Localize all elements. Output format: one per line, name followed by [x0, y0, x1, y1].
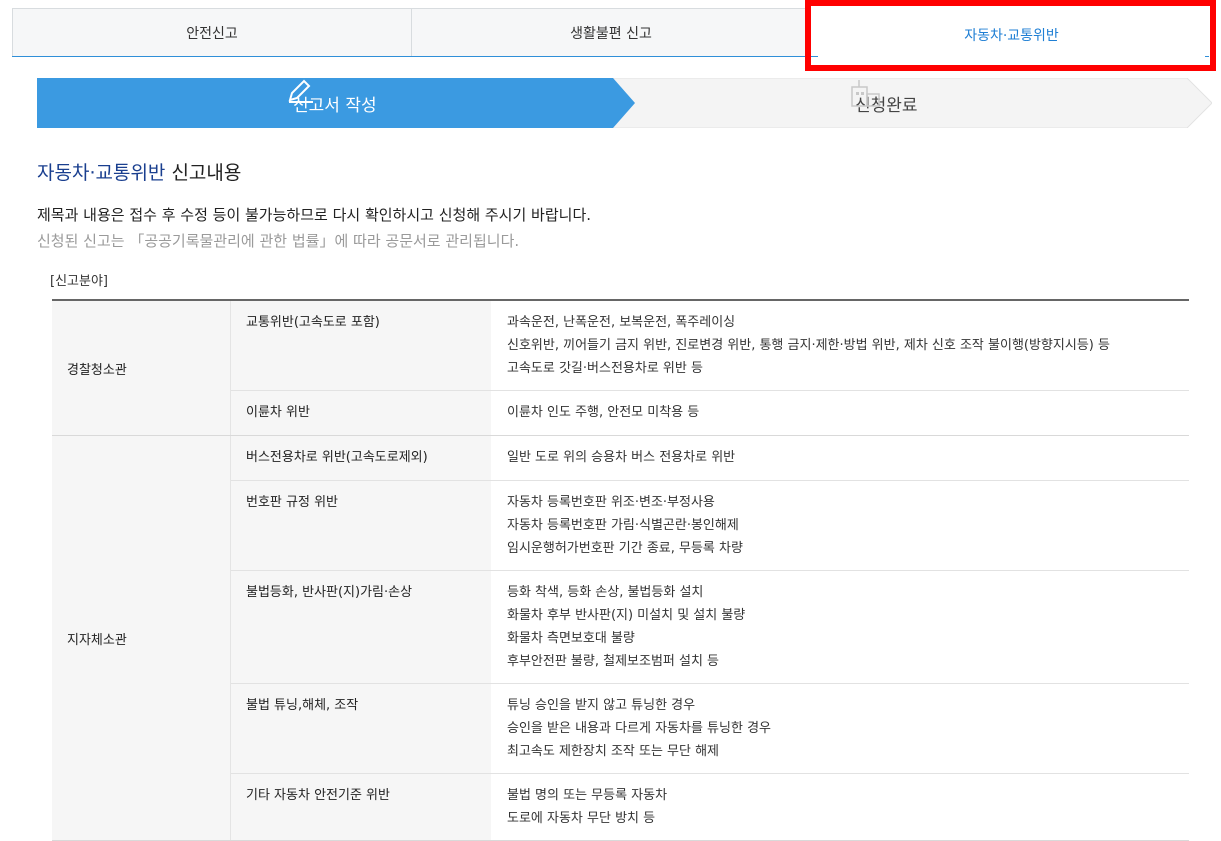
group-name: 지자체소관: [52, 436, 231, 840]
tab-living-inconvenience[interactable]: 생활불편 신고: [412, 8, 811, 56]
row-desc: 이륜차 인도 주행, 안전모 미착용 등: [491, 391, 1189, 435]
group-police: 경찰청소관 교통위반(고속도로 포함) 과속운전, 난폭운전, 보복운전, 폭주…: [52, 301, 1189, 436]
row-desc: 자동차 등록번호판 위조·변조·부정사용 자동차 등록번호판 가림·식별곤란·봉…: [491, 481, 1189, 570]
desc-line: 도로에 자동차 무단 방치 등: [507, 811, 656, 826]
step-write-report: 신고서 작성: [287, 78, 377, 128]
desc-line: 불법 명의 또는 무등록 자동차: [507, 788, 668, 803]
desc-line: 화물차 후부 반사판(지) 미설치 및 설치 불량: [507, 608, 746, 623]
desc-line: 승인을 받은 내용과 다르게 자동차를 튜닝한 경우: [507, 721, 771, 736]
table-row: 기타 자동차 안전기준 위반 불법 명의 또는 무등록 자동차 도로에 자동차 …: [231, 774, 1189, 840]
row-desc: 등화 착색, 등화 손상, 불법등화 설치 화물차 후부 반사판(지) 미설치 …: [491, 571, 1189, 683]
desc-line: 최고속도 제한장치 조작 또는 무단 해제: [507, 744, 720, 759]
table-row: 불법 튜닝,해체, 조작 튜닝 승인을 받지 않고 튜닝한 경우 승인을 받은 …: [231, 684, 1189, 774]
desc-line: 후부안전판 불량, 철제보조범퍼 설치 등: [507, 654, 720, 669]
row-desc: 튜닝 승인을 받지 않고 튜닝한 경우 승인을 받은 내용과 다르게 자동차를 …: [491, 684, 1189, 773]
row-desc: 과속운전, 난폭운전, 보복운전, 폭주레이싱 신호위반, 끼어들기 금지 위반…: [491, 301, 1189, 390]
row-name: 불법 튜닝,해체, 조작: [231, 684, 491, 773]
desc-line: 고속도로 갓길·버스전용차로 위반 등: [507, 361, 703, 376]
step-complete: 신청완료: [849, 78, 918, 128]
notice-line-2: 신청된 신고는 「공공기록물관리에 관한 법률」에 따라 공문서로 관리됩니다.: [37, 232, 520, 250]
row-name: 버스전용차로 위반(고속도로제외): [231, 436, 491, 480]
field-label: [신고분야]: [50, 274, 108, 289]
table-row: 교통위반(고속도로 포함) 과속운전, 난폭운전, 보복운전, 폭주레이싱 신호…: [231, 301, 1189, 391]
desc-line: 자동차 등록번호판 가림·식별곤란·봉인해제: [507, 518, 739, 533]
row-desc: 일반 도로 위의 승용차 버스 전용차로 위반: [491, 436, 1189, 480]
steps-background: [37, 78, 1212, 128]
desc-line: 자동차 등록번호판 위조·변조·부정사용: [507, 495, 715, 510]
report-category-table: 경찰청소관 교통위반(고속도로 포함) 과속운전, 난폭운전, 보복운전, 폭주…: [52, 299, 1189, 841]
row-name: 이륜차 위반: [231, 391, 491, 435]
notice-line-1: 제목과 내용은 접수 후 수정 등이 불가능하므로 다시 확인하시고 신청해 주…: [37, 206, 592, 224]
table-row: 불법등화, 반사판(지)가림·손상 등화 착색, 등화 손상, 불법등화 설치 …: [231, 571, 1189, 684]
tab-safety-report[interactable]: 안전신고: [12, 8, 412, 56]
table-row: 번호판 규정 위반 자동차 등록번호판 위조·변조·부정사용 자동차 등록번호판…: [231, 481, 1189, 571]
desc-line: 신호위반, 끼어들기 금지 위반, 진로변경 위반, 통행 금지·제한·방법 위…: [507, 338, 1110, 353]
desc-line: 일반 도로 위의 승용차 버스 전용차로 위반: [507, 450, 736, 465]
desc-line: 화물차 측면보호대 불량: [507, 631, 635, 646]
progress-steps: 신고서 작성 신청완료: [37, 78, 1212, 128]
desc-line: 임시운행허가번호판 기간 종료, 무등록 차량: [507, 541, 743, 556]
section-title: 자동차·교통위반 신고내용: [37, 158, 241, 185]
section-title-rest: 신고내용: [165, 162, 242, 184]
desc-line: 이륜차 인도 주행, 안전모 미착용 등: [507, 405, 700, 420]
table-row: 버스전용차로 위반(고속도로제외) 일반 도로 위의 승용차 버스 전용차로 위…: [231, 436, 1189, 481]
row-name: 번호판 규정 위반: [231, 481, 491, 570]
tab-vehicle-traffic-label[interactable]: 자동차·교통위반: [818, 12, 1205, 58]
row-name: 기타 자동차 안전기준 위반: [231, 774, 491, 840]
desc-line: 등화 착색, 등화 손상, 불법등화 설치: [507, 585, 704, 600]
desc-line: 튜닝 승인을 받지 않고 튜닝한 경우: [507, 698, 696, 713]
table-row: 이륜차 위반 이륜차 인도 주행, 안전모 미착용 등: [231, 391, 1189, 435]
row-name: 불법등화, 반사판(지)가림·손상: [231, 571, 491, 683]
group-name: 경찰청소관: [52, 301, 231, 435]
desc-line: 과속운전, 난폭운전, 보복운전, 폭주레이싱: [507, 315, 736, 330]
group-local-government: 지자체소관 버스전용차로 위반(고속도로제외) 일반 도로 위의 승용차 버스 …: [52, 436, 1189, 841]
row-desc: 불법 명의 또는 무등록 자동차 도로에 자동차 무단 방치 등: [491, 774, 1189, 840]
section-title-accent: 자동차·교통위반: [37, 162, 166, 184]
row-name: 교통위반(고속도로 포함): [231, 301, 491, 390]
